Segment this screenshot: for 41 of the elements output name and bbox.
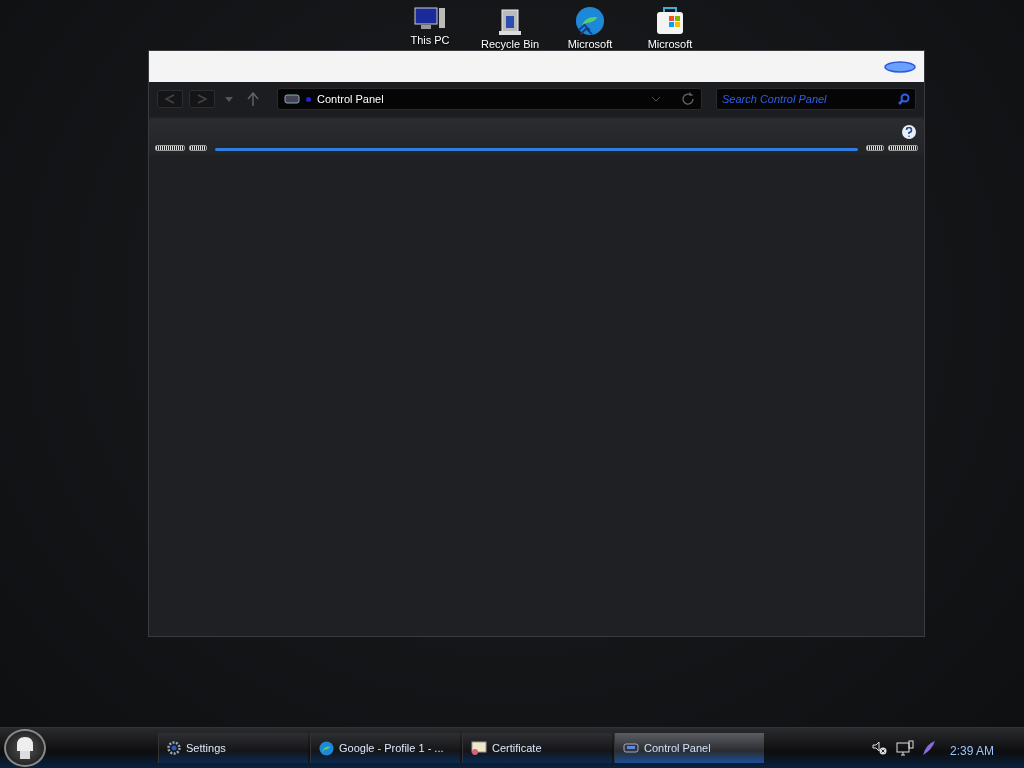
up-arrow-icon xyxy=(247,92,259,106)
computer-icon xyxy=(413,6,447,32)
search-icon xyxy=(898,93,910,105)
grip-handle[interactable] xyxy=(189,145,207,151)
network-icon[interactable] xyxy=(895,740,914,756)
feather-icon[interactable] xyxy=(921,740,936,756)
address-bar[interactable]: Control Panel xyxy=(277,88,702,110)
chevron-icon xyxy=(651,96,661,102)
browser-icon xyxy=(319,740,334,756)
taskbar-button[interactable]: Google - Profile 1 - ... xyxy=(310,733,460,763)
back-icon xyxy=(164,94,176,104)
control-panel-icon xyxy=(284,94,300,104)
dot-icon xyxy=(306,96,311,102)
browser-icon xyxy=(574,6,606,36)
store-icon xyxy=(655,6,685,36)
oval-icon xyxy=(884,60,916,73)
question-icon xyxy=(905,127,913,137)
grip-handle[interactable] xyxy=(155,145,185,151)
help-button[interactable] xyxy=(902,125,916,139)
taskbar-button[interactable]: Certificate xyxy=(462,733,612,763)
control-panel-icon xyxy=(623,742,639,754)
taskbar-button[interactable]: Control Panel xyxy=(614,733,764,763)
address-path: Control Panel xyxy=(317,93,385,105)
desktop-icon-label[interactable]: This PC xyxy=(410,34,450,46)
desktop-icon-label[interactable]: Recycle Bin xyxy=(480,38,540,50)
desktop-icon-label[interactable]: Microsoft xyxy=(567,38,613,50)
forward-icon xyxy=(196,94,208,104)
desktop-icon-label[interactable]: Microsoft xyxy=(647,38,693,50)
caret-icon xyxy=(225,96,233,102)
clock[interactable]: 2:39 AM xyxy=(949,744,994,758)
start-button[interactable] xyxy=(4,729,46,767)
refresh-icon xyxy=(681,92,695,106)
bin-icon xyxy=(497,6,523,36)
speaker-muted-icon[interactable] xyxy=(871,741,888,755)
start-emblem-icon xyxy=(14,736,36,760)
taskbar-button[interactable]: Settings xyxy=(158,733,308,763)
grip-handle[interactable] xyxy=(888,145,918,151)
search-field[interactable]: Search Control Panel xyxy=(716,88,916,110)
certificate-icon xyxy=(471,740,487,756)
grip-handle[interactable] xyxy=(866,145,884,151)
gear-icon xyxy=(167,741,181,755)
